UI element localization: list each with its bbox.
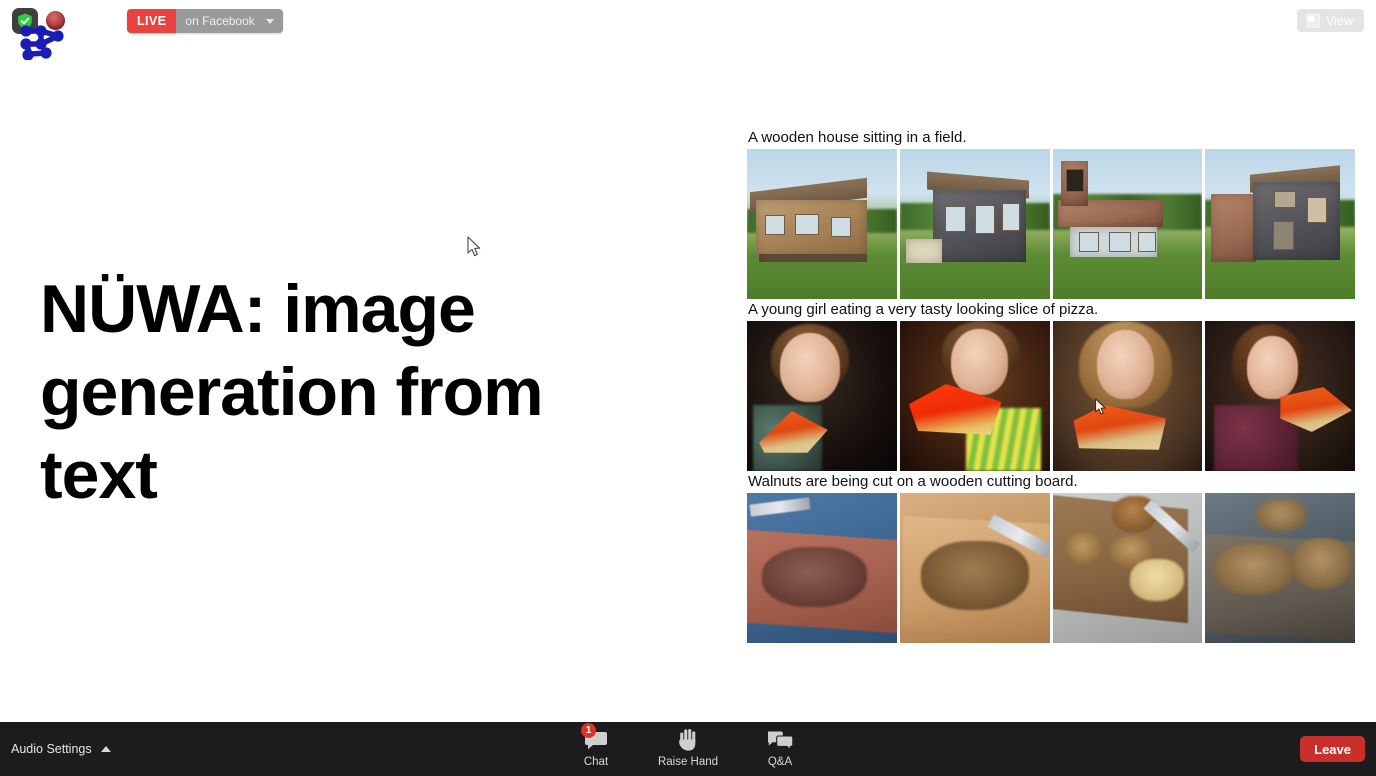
status-badges <box>8 4 72 61</box>
page-title: NÜWA: image generation from text <box>40 271 544 513</box>
molecule-logo-icon <box>16 20 70 61</box>
figure-image <box>899 149 1050 299</box>
qa-bubbles-icon <box>767 728 793 752</box>
grid-layout-icon <box>1306 13 1321 28</box>
raise-hand-label: Raise Hand <box>657 756 719 768</box>
chat-unread-badge: 1 <box>581 723 596 738</box>
live-tag-label: LIVE <box>127 9 177 33</box>
row-images <box>747 321 1355 471</box>
figure-image <box>899 493 1050 643</box>
live-destination-label: on Facebook <box>176 9 261 33</box>
qa-button[interactable]: Q&A <box>749 728 811 769</box>
row-images <box>747 149 1355 299</box>
audio-settings-button[interactable]: Audio Settings <box>11 742 111 756</box>
raise-hand-button[interactable]: Raise Hand <box>657 728 719 769</box>
figure-image <box>899 321 1050 471</box>
figure-image <box>1052 493 1203 643</box>
leave-button[interactable]: Leave <box>1300 736 1365 762</box>
view-button[interactable]: View <box>1297 9 1364 32</box>
row-caption: A wooden house sitting in a field. <box>748 129 967 146</box>
figure-row: Walnuts are being cut on a wooden cuttin… <box>747 471 1355 643</box>
figure-image <box>1052 321 1203 471</box>
row-caption: A young girl eating a very tasty looking… <box>748 301 1099 318</box>
top-bar: LIVE on Facebook View <box>0 0 1376 61</box>
chevron-up-icon[interactable] <box>100 746 111 752</box>
figure-row: A young girl eating a very tasty looking… <box>747 299 1355 471</box>
figure-image <box>1205 493 1355 643</box>
figure-image <box>1205 321 1355 471</box>
raise-hand-icon <box>677 728 699 752</box>
figure-image <box>747 321 897 471</box>
figure-image <box>747 493 897 643</box>
figure-image <box>1205 149 1355 299</box>
qa-label: Q&A <box>767 756 793 768</box>
figure-image <box>1052 149 1203 299</box>
row-images <box>747 493 1355 643</box>
view-button-label: View <box>1326 13 1353 28</box>
figure-row: A wooden house sitting in a field. <box>747 127 1355 299</box>
chat-bubble-icon: 1 <box>581 723 608 752</box>
audio-settings-label: Audio Settings <box>11 742 92 756</box>
toolbar-controls: 1 Chat Raise Hand Q&A <box>565 723 811 769</box>
chat-label: Chat <box>583 756 609 768</box>
row-caption: Walnuts are being cut on a wooden cuttin… <box>748 473 1078 490</box>
live-stream-badge[interactable]: LIVE on Facebook <box>127 9 283 33</box>
figure-panel: A wooden house sitting in a field. A you… <box>747 127 1355 643</box>
figure-image <box>747 149 897 299</box>
zoom-window: LIVE on Facebook View NÜWA: image genera… <box>0 0 1376 776</box>
shared-slide: NÜWA: image generation from text A woode… <box>0 44 1376 722</box>
chat-button[interactable]: 1 Chat <box>565 723 627 769</box>
chevron-down-icon[interactable] <box>260 9 283 33</box>
meeting-toolbar: Audio Settings 1 Chat Raise Hand Q&A Lea… <box>0 722 1376 776</box>
